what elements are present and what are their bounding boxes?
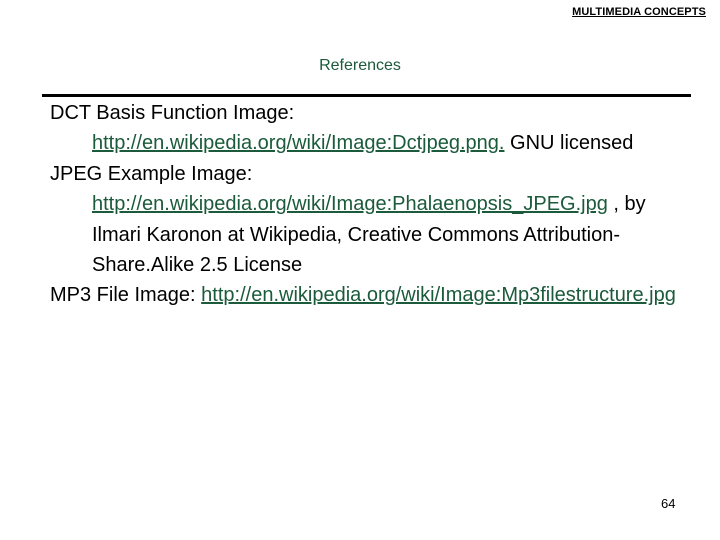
slide-title: References [319, 57, 401, 74]
mp3-image-link[interactable]: http://en.wikipedia.org/wiki/Image:Mp3fi… [201, 284, 676, 306]
dct-image-link[interactable]: http://en.wikipedia.org/wiki/Image:Dctjp… [92, 132, 504, 154]
reference-suffix: GNU licensed [504, 132, 634, 155]
page-number: 64 [661, 496, 676, 511]
reference-dct: DCT Basis Function Image: http://en.wiki… [50, 98, 690, 159]
title-divider [42, 94, 691, 97]
reference-jpeg: JPEG Example Image: http://en.wikipedia.… [50, 159, 690, 281]
reference-label: DCT Basis Function Image: [50, 102, 295, 124]
reference-label: JPEG Example Image: [50, 162, 253, 185]
jpeg-image-link[interactable]: http://en.wikipedia.org/wiki/Image:Phala… [92, 193, 608, 215]
reference-mp3: MP3 File Image: http://en.wikipedia.org/… [50, 280, 690, 310]
section-header: MULTIMEDIA CONCEPTS [572, 6, 706, 18]
references-list: DCT Basis Function Image: http://en.wiki… [50, 98, 690, 311]
reference-label: MP3 File Image: [50, 284, 196, 307]
